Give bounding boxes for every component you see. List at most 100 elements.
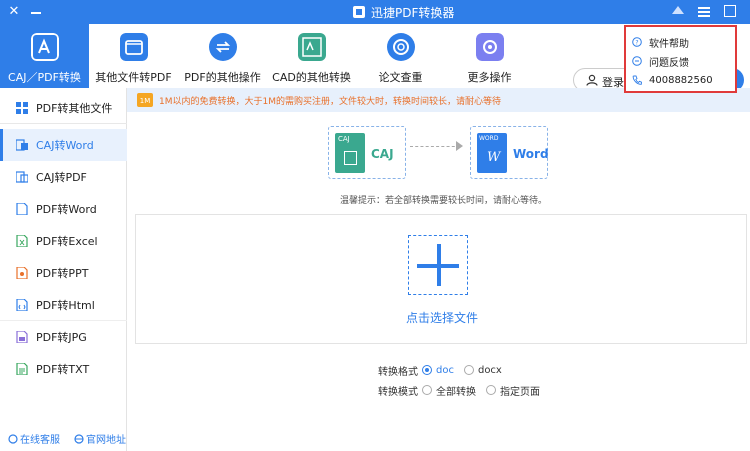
radio-dot (463, 365, 474, 375)
sidebar-header: PDF转其他文件 (0, 92, 127, 124)
notice-text: 1M以内的免费转换，大于1M的需购买注册，文件较大时，转换时间较长，请耐心等待 (159, 96, 501, 107)
tool-label: 论文查重 (378, 71, 423, 84)
globe-icon (74, 433, 84, 444)
tool-label: 更多操作 (467, 71, 512, 84)
radio-dot (486, 385, 496, 395)
dropdown-caret-icon[interactable] (672, 6, 684, 14)
mode-options: 转换模式 全部转换 指定页面 (360, 382, 550, 398)
svg-text:?: ? (635, 40, 638, 47)
app-title: 迅捷PDF转换器 (352, 4, 454, 20)
size-limit-badge-icon: 1M (137, 93, 153, 107)
sidebar-item-pdf-excel[interactable]: PDF转Excel (0, 225, 127, 257)
sidebar-footer: 在线客服 官网地址 (8, 431, 126, 446)
tool-cad-other-convert[interactable]: CAD的其他转换 (267, 24, 356, 88)
source-format-label: CAJ (371, 147, 394, 161)
close-icon[interactable]: ✕ (6, 4, 22, 20)
maximize-icon[interactable] (724, 5, 736, 17)
format-choice-doc: doc (436, 364, 454, 376)
website-link[interactable]: 官网地址 (74, 431, 126, 446)
sidebar-item-caj-pdf[interactable]: CAJ转PDF (0, 161, 127, 193)
format-radio-docx[interactable]: docx (463, 365, 502, 376)
sidebar-item-pdf-html[interactable]: PDF转Html (0, 289, 127, 321)
word-doc-tag: WORD (479, 135, 499, 142)
pdf-word-icon (16, 203, 28, 215)
tool-label: CAJ／PDF转换 (8, 71, 81, 84)
online-service-link[interactable]: 在线客服 (8, 431, 60, 446)
mode-choice-all: 全部转换 (436, 386, 476, 398)
phone-icon (632, 75, 642, 85)
tool-label: PDF的其他操作 (184, 71, 261, 84)
tool-paper-check[interactable]: 论文查重 (356, 24, 445, 88)
app-title-text: 迅捷PDF转换器 (371, 5, 455, 20)
menu-item-label: 软件帮助 (649, 38, 689, 50)
sidebar-item-pdf-txt[interactable]: PDF转TXT (0, 353, 127, 385)
tool-more-ops[interactable]: 更多操作 (445, 24, 534, 88)
menu-item-phone[interactable]: 4008882560 (632, 71, 713, 89)
tool-label: CAD的其他转换 (272, 71, 351, 84)
sidebar-item-label: PDF转JPG (36, 331, 87, 344)
format-options: 转换格式 doc docx (360, 362, 512, 378)
sidebar-item-label: PDF转Excel (36, 235, 98, 248)
sidebar-item-label: CAJ转PDF (36, 171, 87, 184)
add-file-button[interactable] (408, 235, 468, 295)
sidebar-item-pdf-word[interactable]: PDF转Word (0, 193, 127, 225)
tool-caj-pdf-convert[interactable]: CAJ／PDF转换 (0, 24, 89, 88)
tool-label: 其他文件转PDF (95, 71, 172, 84)
minimize-icon[interactable] (28, 4, 44, 20)
headset-icon (8, 433, 18, 444)
cad-icon (297, 33, 326, 61)
mode-radio-all[interactable]: 全部转换 (422, 383, 476, 398)
target-format-label: Word (513, 147, 549, 161)
conversion-arrow (410, 146, 460, 147)
tool-other-to-pdf[interactable]: 其他文件转PDF (89, 24, 178, 88)
pdf-ppt-icon (16, 267, 28, 279)
menu-item-help[interactable]: ? 软件帮助 (632, 33, 689, 51)
pdf-excel-icon (16, 235, 28, 247)
caj-pdf-icon (16, 171, 28, 183)
caj-document-icon: CAJ (335, 133, 365, 173)
online-service-label: 在线客服 (20, 435, 60, 446)
sidebar-item-label: CAJ转Word (36, 139, 94, 152)
help-popup-menu: ? 软件帮助 问题反馈 4008882560 (624, 25, 737, 93)
file-drop-zone[interactable]: 点击选择文件 (135, 214, 747, 344)
menu-item-label: 问题反馈 (649, 57, 689, 69)
tool-pdf-other-ops[interactable]: PDF的其他操作 (178, 24, 267, 88)
caj-word-icon (16, 139, 28, 151)
sync-icon (208, 33, 237, 61)
feedback-icon (632, 56, 642, 66)
tip-text: 温馨提示：若全部转换需要较长时间，请耐心等待。 (340, 196, 548, 206)
website-label: 官网地址 (86, 435, 126, 446)
source-format-box: CAJ CAJ (328, 126, 406, 179)
folder-icon (119, 33, 148, 61)
menu-item-label: 4008882560 (649, 74, 713, 86)
mode-choice-pages: 指定页面 (500, 386, 540, 398)
pdf-html-icon (16, 299, 28, 311)
arrow-head-icon (456, 141, 463, 151)
sidebar-item-pdf-jpg[interactable]: PDF转JPG (0, 321, 127, 353)
radio-dot (422, 385, 432, 395)
app-logo-icon (353, 6, 365, 18)
word-doc-letter: W (487, 150, 501, 165)
menu-icon[interactable] (698, 6, 710, 18)
format-label: 转换格式 (378, 366, 418, 378)
format-radio-doc[interactable]: doc (422, 365, 454, 376)
sidebar-item-caj-word[interactable]: CAJ转Word (0, 129, 127, 161)
at-search-icon (386, 33, 415, 61)
select-file-label[interactable]: 点击选择文件 (136, 309, 748, 326)
size-limit-badge-text: 1M (140, 97, 151, 105)
mode-label: 转换模式 (378, 386, 418, 398)
sidebar-item-label: PDF转Html (36, 299, 95, 312)
menu-item-feedback[interactable]: 问题反馈 (632, 52, 689, 70)
grid-icon (16, 101, 28, 114)
pdf-jpg-icon (16, 331, 28, 343)
user-icon (586, 74, 598, 86)
gear-icon (475, 33, 504, 61)
sidebar-item-pdf-ppt[interactable]: PDF转PPT (0, 257, 127, 289)
sidebar-item-label: PDF转TXT (36, 363, 90, 376)
target-format-box: WORD W Word (470, 126, 549, 179)
caj-doc-tag: CAJ (338, 135, 350, 143)
sidebar-item-label: PDF转Word (36, 203, 97, 216)
sidebar-item-label: PDF转PPT (36, 267, 89, 280)
word-document-icon: WORD W (477, 133, 507, 173)
mode-radio-pages[interactable]: 指定页面 (486, 383, 540, 398)
